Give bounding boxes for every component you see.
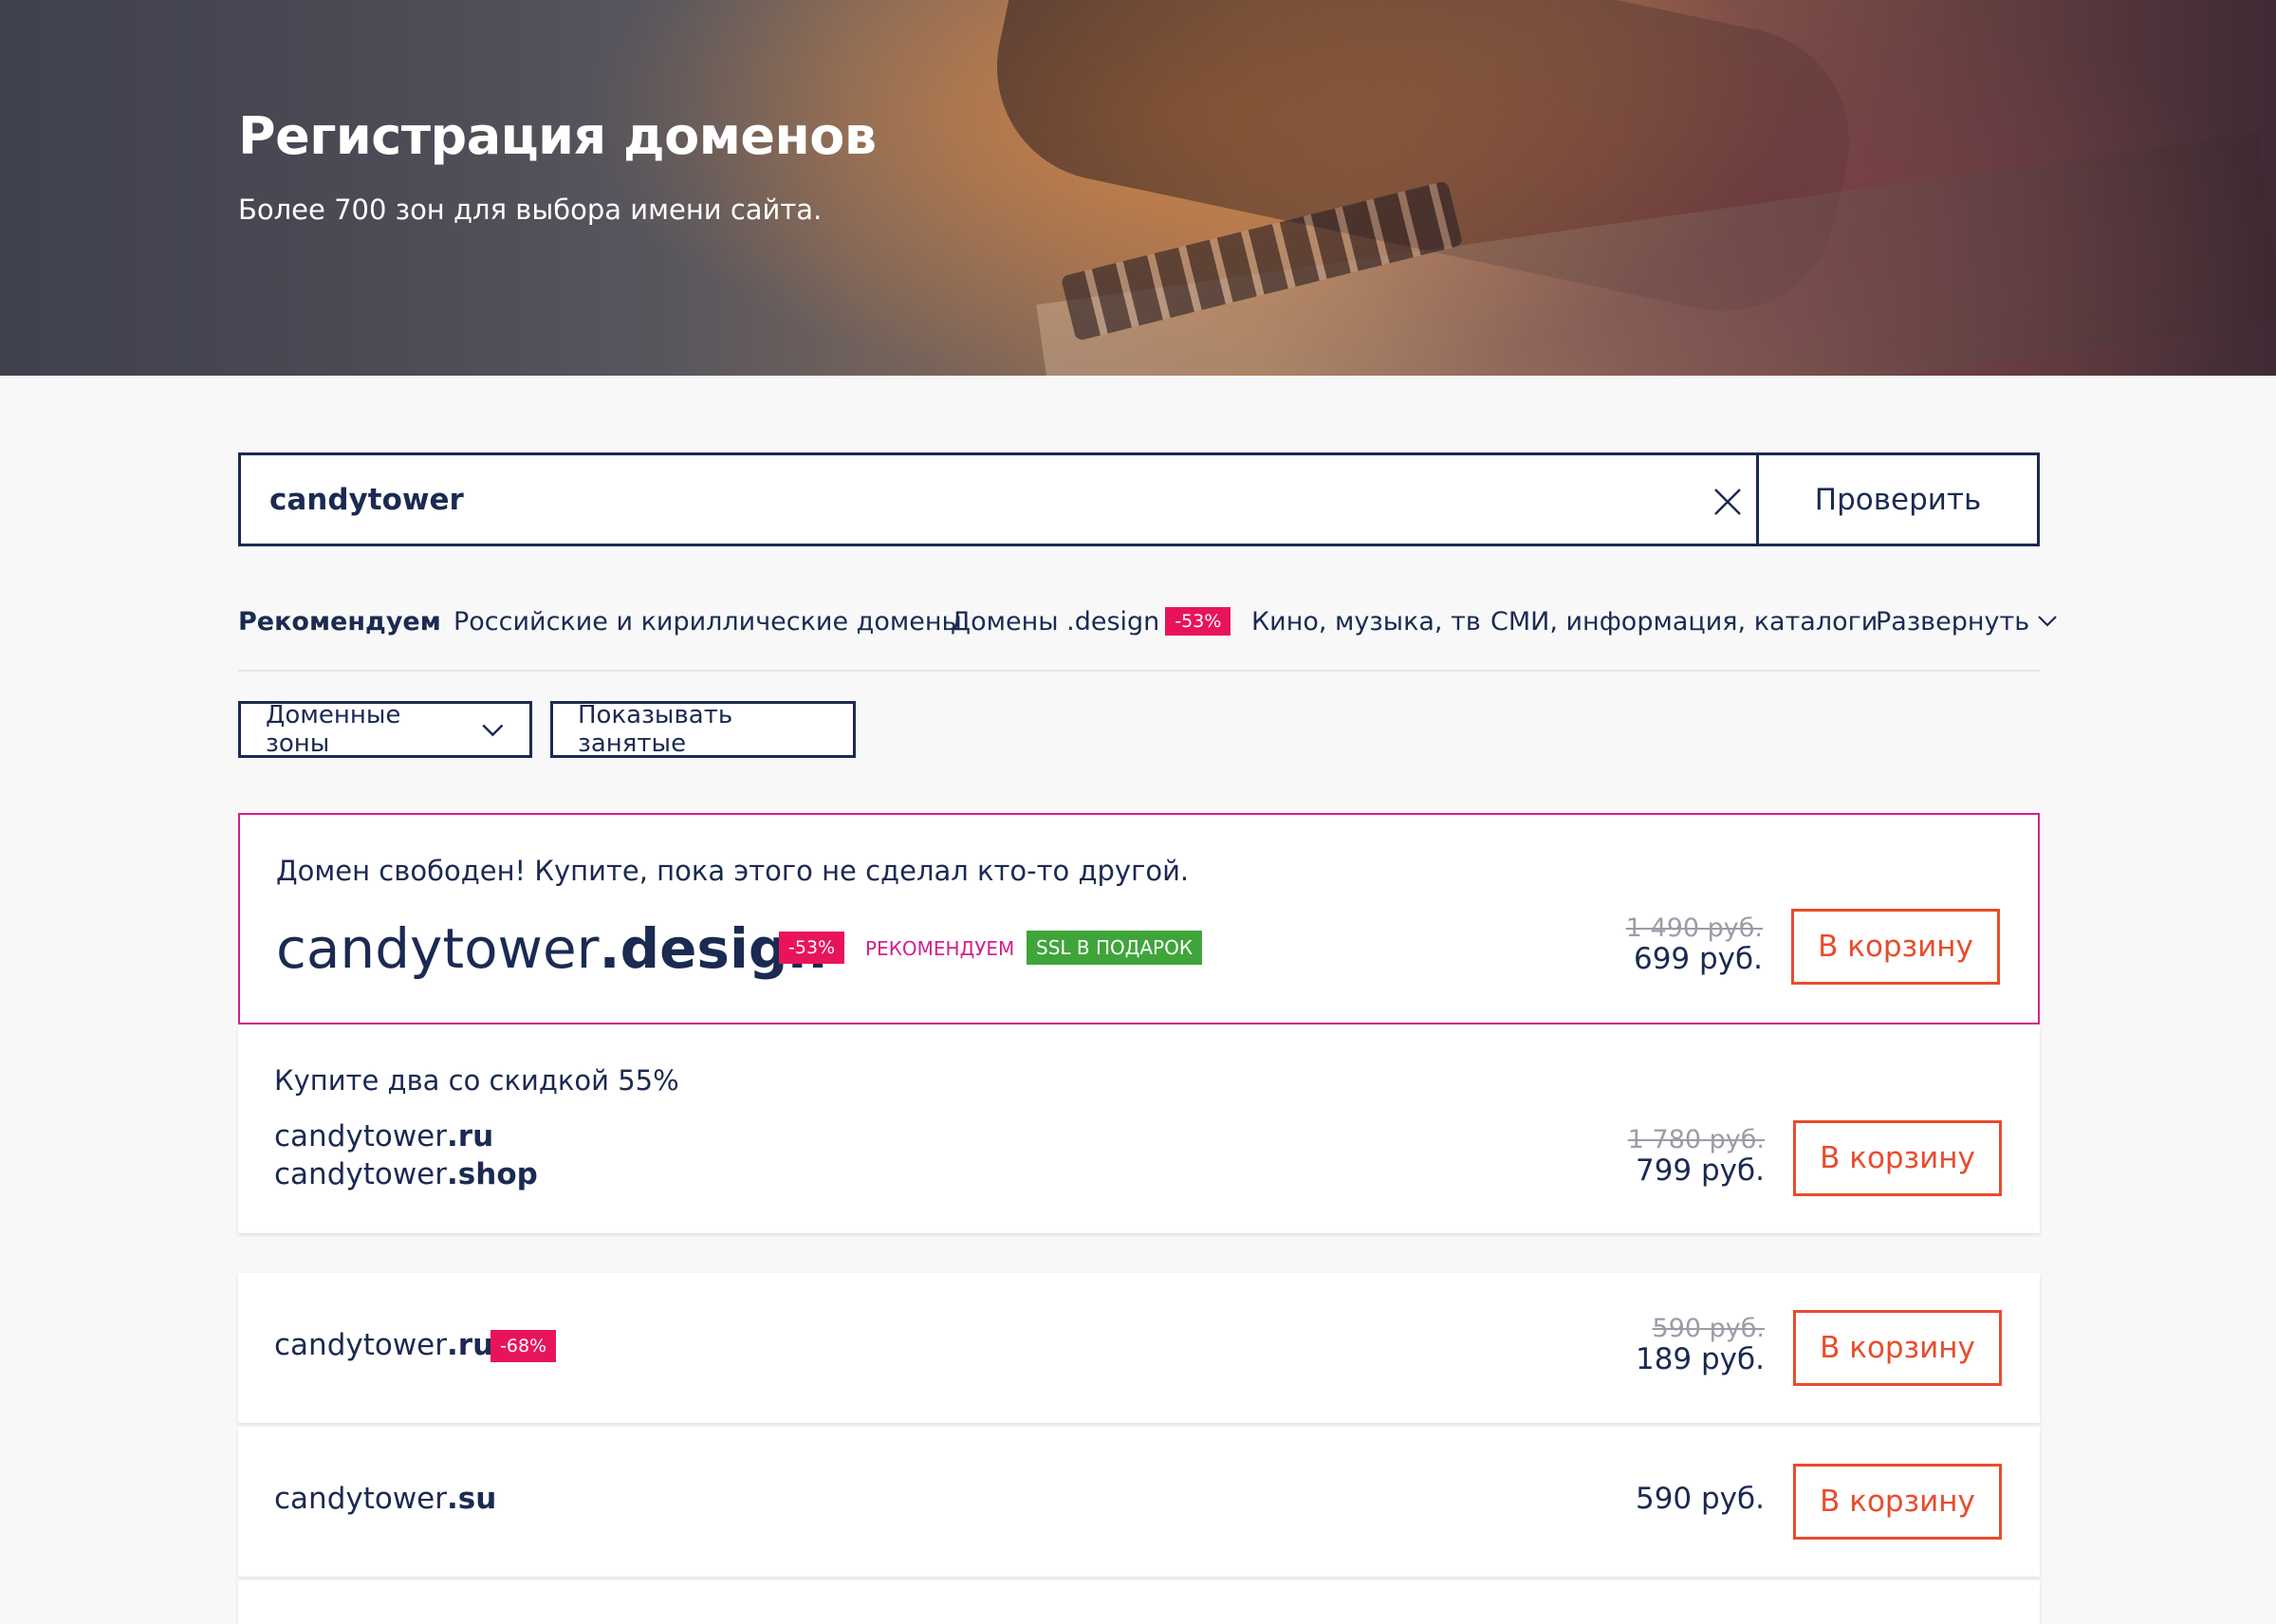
- bundle-card: Купите два со скидкой 55% candytower.ru …: [238, 1024, 2040, 1233]
- featured-domain-name: candytower.design: [276, 916, 827, 981]
- category-tabs: Рекомендуем Российские и кириллические д…: [238, 603, 2057, 672]
- bundle-domain: candytower.shop: [274, 1157, 538, 1191]
- discount-badge: -68%: [490, 1330, 557, 1362]
- tab-label: СМИ, информация, каталоги: [1490, 607, 1878, 637]
- result-domain: candytower.su: [274, 1482, 496, 1516]
- hero-banner: Регистрация доменов Более 700 зон для вы…: [0, 0, 2276, 376]
- discount-badge: -53%: [1165, 606, 1231, 636]
- tab-recommended[interactable]: Рекомендуем: [238, 607, 441, 637]
- recommend-tag: РЕКОМЕНДУЕМ: [865, 937, 1015, 960]
- hero-image-overlay: [0, 0, 854, 376]
- domain-name: candytower: [274, 1157, 448, 1191]
- page-title: Регистрация доменов: [238, 106, 877, 166]
- featured-domain-card: Домен свободен! Купите, пока этого не сд…: [238, 813, 2040, 1024]
- old-price: 1 780 руб.: [1627, 1125, 1765, 1154]
- bundle-domain: candytower.ru: [274, 1119, 493, 1153]
- result-domain: candytower.ru: [274, 1328, 493, 1362]
- domain-name: candytower: [274, 1328, 448, 1362]
- old-price: 1 490 руб.: [1625, 914, 1763, 943]
- ssl-gift-tag: SSL В ПОДАРОК: [1027, 931, 1203, 965]
- domain-result-row: candytower.ru -68% 590 руб. 189 руб. В к…: [238, 1273, 2040, 1423]
- domain-result-row: candytower.su 590 руб. В корзину: [238, 1427, 2040, 1577]
- add-to-cart-button[interactable]: В корзину: [1791, 909, 2000, 985]
- add-to-cart-button[interactable]: В корзину: [1793, 1120, 2002, 1196]
- tab-news-catalogs[interactable]: СМИ, информация, каталоги: [1490, 607, 1878, 637]
- domain-name: candytower: [274, 1482, 448, 1516]
- add-to-cart-button[interactable]: В корзину: [1793, 1310, 2002, 1386]
- domain-search-input[interactable]: [269, 482, 1645, 517]
- tab-russian-domains[interactable]: Российские и кириллические домены: [453, 607, 962, 637]
- add-to-cart-button[interactable]: В корзину: [1793, 1464, 2002, 1540]
- tab-expand[interactable]: Развернуть: [1876, 607, 2058, 637]
- domain-zones-dropdown[interactable]: Доменные зоны: [238, 701, 532, 758]
- tab-label: Рекомендуем: [238, 607, 441, 637]
- domain-result-row: [238, 1580, 2040, 1624]
- bundle-note: Купите два со скидкой 55%: [274, 1064, 679, 1097]
- page-subtitle: Более 700 зон для выбора имени сайта.: [238, 194, 823, 226]
- show-taken-toggle[interactable]: Показывать занятые: [550, 701, 856, 758]
- toggle-label: Показывать занятые: [578, 701, 733, 758]
- domain-zone: .ru: [447, 1119, 494, 1153]
- price: 189 руб.: [1635, 1342, 1765, 1376]
- domain-zone: .shop: [447, 1157, 538, 1191]
- domain-name: candytower: [274, 1119, 448, 1153]
- domain-name: candytower: [276, 916, 600, 981]
- tab-design-domains[interactable]: Домены .design -53%: [951, 606, 1231, 637]
- chevron-down-icon: [2038, 615, 2057, 627]
- domain-zone: .ru: [447, 1328, 494, 1362]
- discount-badge: -53%: [779, 932, 845, 964]
- tab-label: Развернуть: [1876, 607, 2030, 637]
- price: 699 руб.: [1633, 942, 1763, 976]
- clear-icon[interactable]: [1712, 486, 1744, 518]
- tab-label: Кино, музыка, тв: [1251, 607, 1481, 637]
- old-price: 590 руб.: [1652, 1314, 1765, 1343]
- dropdown-label: Доменные зоны: [266, 701, 401, 758]
- domain-search-box: [238, 452, 1756, 546]
- availability-note: Домен свободен! Купите, пока этого не сд…: [276, 855, 1190, 887]
- tab-label: Российские и кириллические домены: [453, 607, 962, 637]
- price: 590 руб.: [1635, 1482, 1765, 1516]
- tab-media[interactable]: Кино, музыка, тв: [1251, 607, 1481, 637]
- tab-label: Домены .design: [951, 607, 1160, 637]
- price: 799 руб.: [1635, 1153, 1765, 1188]
- domain-zone: .su: [447, 1482, 497, 1516]
- check-button[interactable]: Проверить: [1756, 452, 2040, 546]
- chevron-down-icon: [482, 724, 504, 737]
